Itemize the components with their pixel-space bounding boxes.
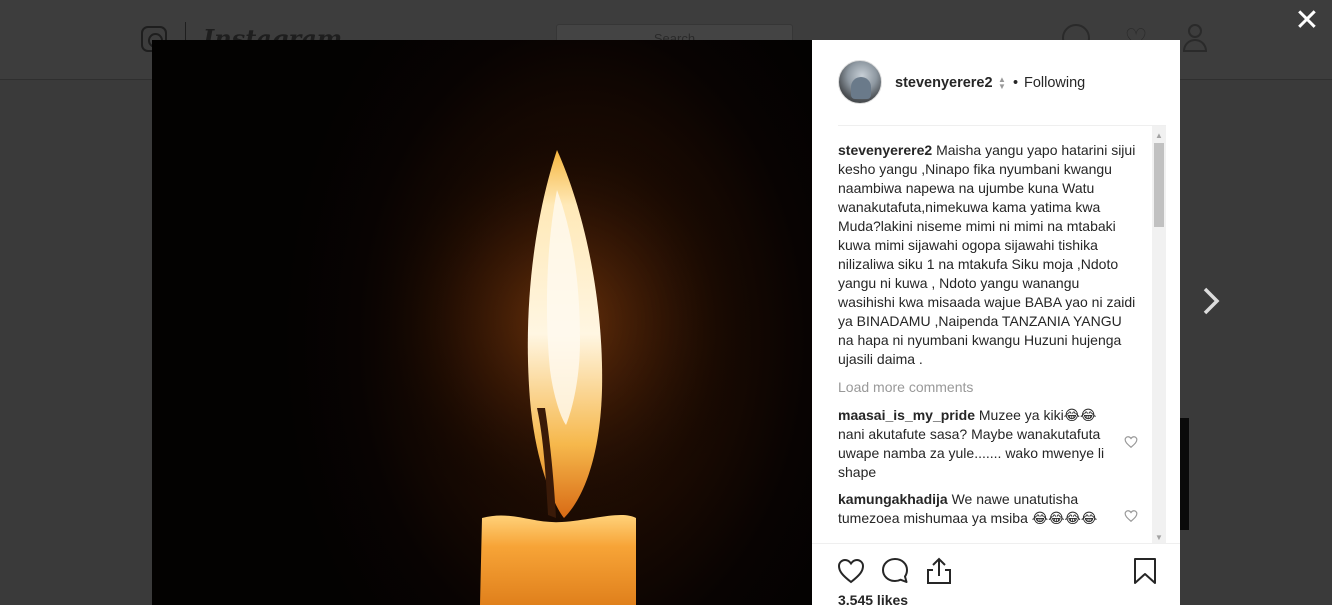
following-button[interactable]: Following (1024, 75, 1085, 91)
heart-icon[interactable] (836, 556, 866, 586)
bookmark-icon[interactable] (1130, 556, 1160, 586)
comment-heart-icon[interactable] (1124, 509, 1138, 523)
chevron-right-icon[interactable] (1197, 283, 1225, 319)
comments-scrollbar[interactable]: ▲ ▼ (1152, 126, 1166, 543)
comment-username[interactable]: maasai_is_my_pride (838, 407, 975, 423)
post-username[interactable]: stevenyerere2 (895, 75, 993, 91)
scroll-down-icon[interactable]: ▼ (1155, 533, 1163, 542)
post-modal: stevenyerere2 ▲ ▼ • Following stevenyerer… (152, 40, 1180, 605)
caption-text: Maisha yangu yapo hatarini sijui kesho y… (838, 142, 1136, 367)
post-image (152, 40, 812, 605)
scroll-up-icon[interactable]: ▲ (1155, 131, 1163, 140)
profile-icon (1181, 24, 1209, 52)
stepper-icon: ▲ ▼ (998, 75, 1006, 91)
list-item: kamungakhadija We nawe unatutisha tumezo… (838, 490, 1118, 528)
comment-username[interactable]: kamungakhadija (838, 491, 948, 507)
comment-heart-icon[interactable] (1124, 435, 1138, 449)
background-thumbnail (1180, 418, 1189, 530)
comment-bubble-icon[interactable] (880, 556, 910, 586)
close-icon[interactable]: ✕ (1294, 6, 1320, 36)
post-caption: stevenyerere2 Maisha yangu yapo hatarini… (838, 141, 1138, 369)
caption-username[interactable]: stevenyerere2 (838, 142, 932, 158)
likes-count[interactable]: 3,545 likes (838, 592, 908, 605)
post-sidebar: stevenyerere2 ▲ ▼ • Following stevenyerer… (812, 40, 1180, 605)
load-more-comments-link[interactable]: Load more comments (838, 379, 973, 395)
share-icon[interactable] (924, 556, 954, 586)
follow-separator: • (1013, 75, 1019, 91)
comments-panel[interactable]: stevenyerere2 Maisha yangu yapo hatarini… (838, 125, 1166, 543)
candle-image (152, 40, 812, 605)
list-item: maasai_is_my_pride Muzee ya kiki😂😂nani a… (838, 406, 1118, 482)
post-header: stevenyerere2 ▲ ▼ • Following (812, 40, 1180, 125)
avatar[interactable] (838, 60, 882, 104)
scrollbar-thumb[interactable] (1154, 143, 1164, 227)
